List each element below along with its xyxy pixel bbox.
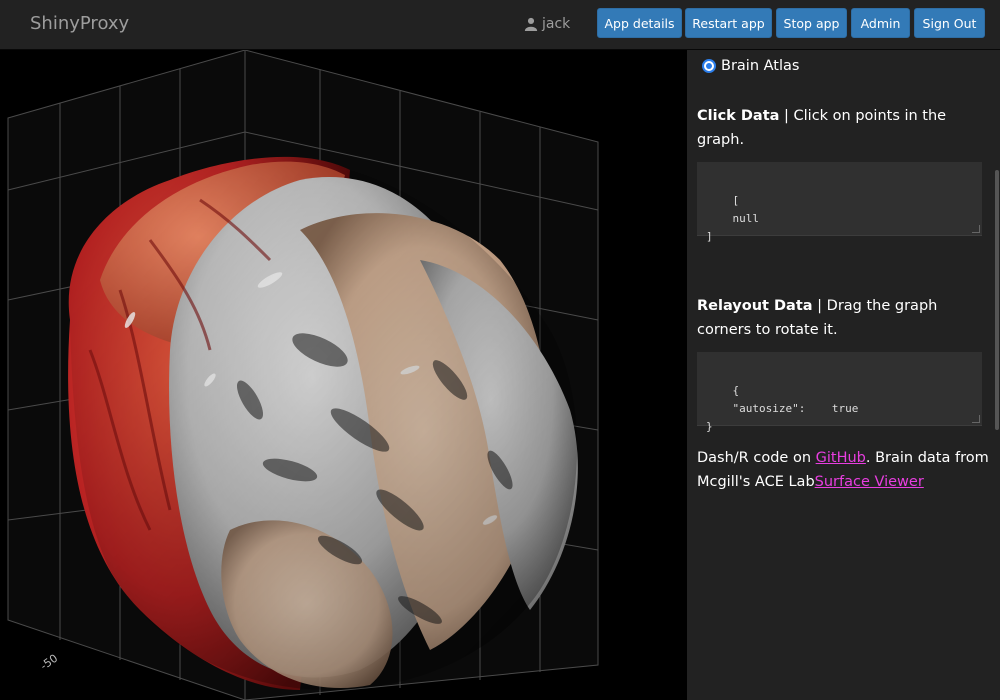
footer-text-1: Dash/R code on bbox=[697, 450, 816, 466]
restart-app-button[interactable]: Restart app bbox=[685, 8, 772, 38]
radio-label: Brain Atlas bbox=[721, 58, 800, 74]
relayout-data-output[interactable]: { "autosize": true } bbox=[697, 352, 982, 433]
resize-handle[interactable] bbox=[972, 225, 980, 233]
click-data-code: [ null ] bbox=[706, 194, 759, 243]
resize-handle[interactable] bbox=[972, 415, 980, 423]
relayout-data-code: { "autosize": true } bbox=[706, 384, 859, 433]
brain-3d-graph[interactable]: -50 bbox=[0, 50, 687, 700]
click-data-output[interactable]: [ null ] bbox=[697, 162, 982, 243]
navbar: ShinyProxy jack App details Restart app … bbox=[0, 0, 1000, 50]
panel-scrollbar[interactable] bbox=[995, 170, 999, 430]
relayout-data-section: Relayout Data | Drag the graph corners t… bbox=[697, 294, 987, 342]
click-data-title: Click Data bbox=[697, 108, 780, 124]
brain-atlas-option[interactable]: Brain Atlas bbox=[702, 58, 799, 74]
side-panel: Brain Atlas Click Data | Click on points… bbox=[687, 50, 1000, 700]
user-menu[interactable]: jack bbox=[524, 16, 570, 32]
admin-button[interactable]: Admin bbox=[851, 8, 910, 38]
github-link[interactable]: GitHub bbox=[816, 450, 866, 466]
stop-app-button[interactable]: Stop app bbox=[776, 8, 847, 38]
relayout-data-title: Relayout Data bbox=[697, 298, 813, 314]
brand-logo[interactable]: ShinyProxy bbox=[30, 13, 129, 34]
footer-credits: Dash/R code on GitHub. Brain data from M… bbox=[697, 446, 992, 494]
user-icon bbox=[524, 17, 538, 31]
surface-viewer-link[interactable]: Surface Viewer bbox=[815, 474, 924, 490]
graph-canvas[interactable] bbox=[0, 50, 687, 700]
user-name: jack bbox=[542, 16, 571, 32]
radio-button-selected[interactable] bbox=[702, 59, 716, 73]
sign-out-button[interactable]: Sign Out bbox=[914, 8, 985, 38]
click-data-section: Click Data | Click on points in the grap… bbox=[697, 104, 987, 152]
app-details-button[interactable]: App details bbox=[597, 8, 682, 38]
